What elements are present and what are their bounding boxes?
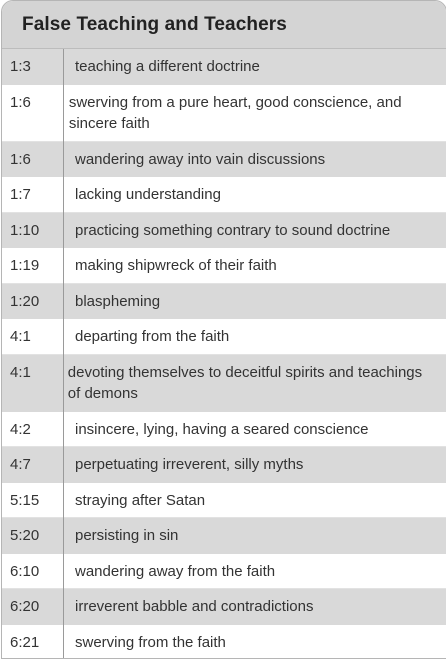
table-row: 5:15 straying after Satan: [2, 483, 446, 519]
row-description: straying after Satan: [63, 490, 213, 511]
row-description: blaspheming: [63, 291, 168, 312]
verse-reference: 1:19: [2, 255, 63, 276]
table-title: False Teaching and Teachers: [22, 14, 287, 36]
table-row: 1:7 lacking understanding: [2, 177, 446, 213]
table-row: 1:20 blaspheming: [2, 284, 446, 320]
table-row: 6:20 irreverent babble and contradiction…: [2, 589, 446, 625]
row-description: wandering away from the faith: [63, 561, 283, 582]
row-description: teaching a different doctrine: [63, 56, 268, 77]
verse-reference: 4:1: [2, 362, 56, 383]
table-row: 5:20 persisting in sin: [2, 518, 446, 554]
table-header: False Teaching and Teachers: [2, 1, 446, 49]
row-description: wandering away into vain discussions: [63, 149, 333, 170]
verse-reference: 4:7: [2, 454, 63, 475]
table-row: 4:7 perpetuating irreverent, silly myths: [2, 447, 446, 483]
table-row: 1:3 teaching a different doctrine: [2, 49, 446, 85]
verse-reference: 1:7: [2, 184, 63, 205]
row-description: irreverent babble and contradictions: [63, 596, 321, 617]
table-row: 1:6 swerving from a pure heart, good con…: [2, 85, 446, 142]
verse-reference: 6:10: [2, 561, 63, 582]
verse-reference: 1:10: [2, 220, 63, 241]
table-row: 6:21 swerving from the faith: [2, 625, 446, 659]
verse-reference: 5:20: [2, 525, 63, 546]
row-description: insincere, lying, having a seared consci…: [63, 419, 377, 440]
verse-reference: 6:21: [2, 632, 63, 653]
verse-reference: 4:2: [2, 419, 63, 440]
table-row: 1:6 wandering away into vain discussions: [2, 142, 446, 178]
verse-reference: 5:15: [2, 490, 63, 511]
verse-reference: 4:1: [2, 326, 63, 347]
table-row: 1:10 practicing something contrary to so…: [2, 213, 446, 249]
false-teaching-table: False Teaching and Teachers 1:3 teaching…: [1, 0, 446, 659]
table-row: 4:1 departing from the faith: [2, 319, 446, 355]
table-row: 6:10 wandering away from the faith: [2, 554, 446, 590]
verse-reference: 1:6: [2, 92, 57, 113]
row-description: departing from the faith: [63, 326, 237, 347]
row-description: making shipwreck of their faith: [63, 255, 285, 276]
verse-reference: 1:6: [2, 149, 63, 170]
row-description: persisting in sin: [63, 525, 186, 546]
row-description: lacking understanding: [63, 184, 229, 205]
row-description: swerving from a pure heart, good conscie…: [57, 92, 446, 134]
table-row: 4:1 devoting themselves to deceitful spi…: [2, 355, 446, 412]
table-row: 1:19 making shipwreck of their faith: [2, 248, 446, 284]
verse-reference: 1:3: [2, 56, 63, 77]
row-description: devoting themselves to deceitful spirits…: [56, 362, 446, 404]
row-description: swerving from the faith: [63, 632, 234, 653]
row-description: practicing something contrary to sound d…: [63, 220, 398, 241]
row-description: perpetuating irreverent, silly myths: [63, 454, 311, 475]
table-row: 4:2 insincere, lying, having a seared co…: [2, 412, 446, 448]
table-body: 1:3 teaching a different doctrine 1:6 sw…: [2, 49, 446, 659]
verse-reference: 1:20: [2, 291, 63, 312]
verse-reference: 6:20: [2, 596, 63, 617]
